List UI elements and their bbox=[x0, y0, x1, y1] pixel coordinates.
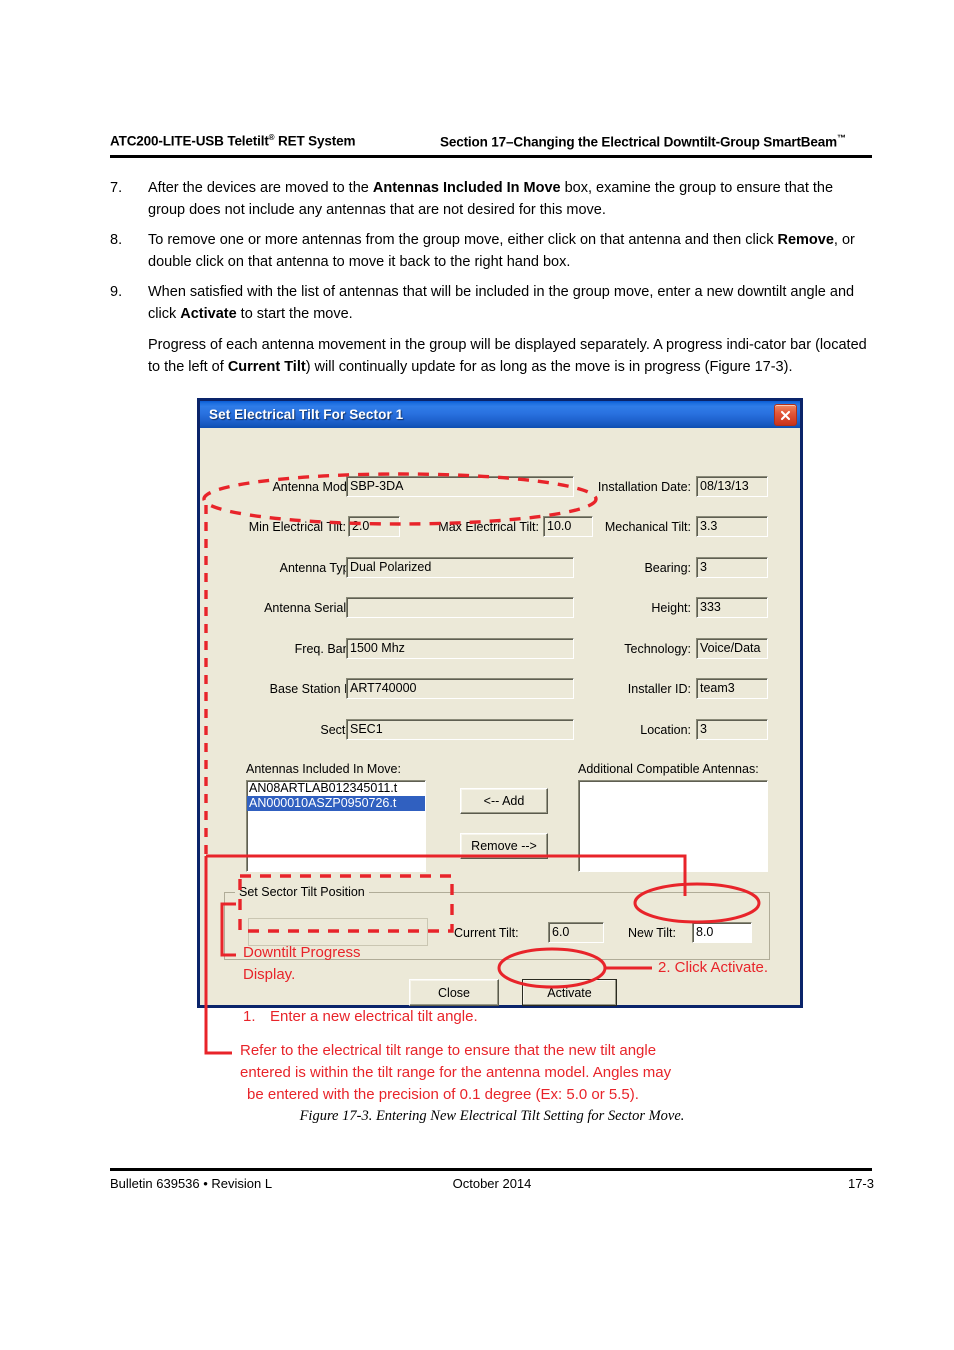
base-station-id-label: Base Station ID: bbox=[269, 682, 360, 696]
new-tilt-label: New Tilt: bbox=[628, 926, 676, 940]
activate-button[interactable]: Activate bbox=[522, 979, 617, 1006]
header-rule bbox=[110, 155, 872, 158]
antennas-included-label: Antennas Included In Move: bbox=[246, 762, 401, 776]
trademark-mark: ™ bbox=[836, 133, 846, 143]
antennas-included-listbox[interactable]: AN08ARTLAB012345011.t AN000010ASZP0950726… bbox=[246, 780, 426, 872]
figure-caption: Figure 17-3. Entering New Electrical Til… bbox=[299, 1108, 685, 1124]
installation-date-field[interactable]: 08/13/13 bbox=[696, 476, 768, 497]
emphasis-text: Remove bbox=[777, 232, 834, 248]
page-footer: Bulletin 639536 • Revision L October 201… bbox=[110, 1176, 874, 1198]
footer-rule bbox=[110, 1168, 872, 1171]
plain-text: to start the move. bbox=[236, 305, 353, 322]
emphasis-text: Antennas Included In Move bbox=[372, 180, 561, 196]
list-item: 9. When satisfied with the list of anten… bbox=[110, 282, 874, 325]
step-text: When satisfied with the list of antennas… bbox=[148, 282, 874, 325]
current-tilt-field: 6.0 bbox=[548, 922, 604, 943]
bearing-field[interactable]: 3 bbox=[696, 557, 768, 578]
min-electrical-tilt-field[interactable]: 2.0 bbox=[348, 516, 400, 537]
antenna-model-label: Antenna Model: bbox=[272, 480, 360, 494]
add-button[interactable]: <-- Add bbox=[460, 788, 548, 814]
downtilt-progress-callout-line2: Display. bbox=[243, 966, 296, 983]
dialog-title: Set Electrical Tilt For Sector 1 bbox=[209, 407, 404, 422]
dialog-title-bar[interactable]: Set Electrical Tilt For Sector 1 bbox=[200, 401, 800, 428]
antenna-type-field[interactable]: Dual Polarized bbox=[346, 557, 574, 578]
step-number: 9. bbox=[110, 284, 123, 300]
list-item[interactable]: AN08ARTLAB012345011.t bbox=[247, 781, 425, 796]
freq-band-label: Freq. Band: bbox=[294, 642, 360, 656]
click-activate-callout: 2. Click Activate. bbox=[658, 959, 769, 976]
emphasis-text: Current Tilt bbox=[227, 358, 306, 375]
footer-center: October 2014 bbox=[452, 1176, 532, 1191]
step-text: To remove one or more antennas from the … bbox=[148, 230, 874, 273]
close-icon[interactable] bbox=[774, 404, 797, 426]
dialog-body: Antenna Model: SBP-3DA Installation Date… bbox=[200, 428, 800, 1006]
emphasis-text: Activate bbox=[180, 305, 237, 322]
mechanical-tilt-field[interactable]: 3.3 bbox=[696, 516, 768, 537]
current-tilt-label: Current Tilt: bbox=[454, 926, 519, 940]
plain-text: After the devices are moved to the bbox=[148, 180, 373, 196]
location-field[interactable]: 3 bbox=[696, 719, 768, 740]
antenna-model-field[interactable]: SBP-3DA bbox=[346, 476, 574, 497]
location-label: Location: bbox=[640, 723, 691, 737]
additional-antennas-listbox[interactable] bbox=[578, 780, 768, 872]
remove-button[interactable]: Remove --> bbox=[460, 833, 548, 859]
antenna-serial-label: Antenna Serial #: bbox=[264, 601, 360, 615]
antenna-type-label: Antenna Type: bbox=[279, 561, 360, 575]
footer-right: 17-3 bbox=[847, 1176, 874, 1191]
body-paragraph: Progress of each antenna movement in the… bbox=[148, 335, 874, 378]
close-button[interactable]: Close bbox=[409, 979, 499, 1006]
list-item[interactable]: AN000010ASZP0950726.t bbox=[247, 796, 425, 811]
installer-id-label: Installer ID: bbox=[627, 682, 691, 696]
sector-label: Sector: bbox=[320, 723, 360, 737]
bearing-label: Bearing: bbox=[644, 561, 691, 575]
max-electrical-tilt-label: Max Electrical Tilt: bbox=[438, 520, 539, 534]
additional-antennas-label: Additional Compatible Antennas: bbox=[578, 762, 759, 776]
annotation-note-line3: be entered with the precision of 0.1 deg… bbox=[247, 1086, 639, 1103]
downtilt-progress-callout-line1: Downtilt Progress bbox=[243, 944, 361, 961]
step-number: 8. bbox=[110, 232, 123, 248]
antenna-serial-field[interactable] bbox=[346, 597, 574, 618]
technology-field[interactable]: Voice/Data bbox=[696, 638, 768, 659]
step-number: 7. bbox=[110, 180, 123, 196]
plain-text: ) will continually update for as long as… bbox=[305, 358, 793, 375]
height-label: Height: bbox=[651, 601, 691, 615]
installation-date-label: Installation Date: bbox=[597, 480, 691, 494]
annotation-note-line1: Refer to the electrical tilt range to en… bbox=[240, 1042, 657, 1059]
document-page: ATC200-LITE-USB Teletilt® RET System Sec… bbox=[0, 0, 954, 1350]
annotation-note-line2: entered is within the tilt range for the… bbox=[240, 1064, 672, 1081]
numbered-steps: 7. After the devices are moved to the An… bbox=[110, 178, 874, 378]
annotation-step-text: Enter a new electrical tilt angle. bbox=[270, 1008, 478, 1025]
height-field[interactable]: 333 bbox=[696, 597, 768, 618]
plain-text: To remove one or more antennas from the … bbox=[148, 232, 778, 248]
base-station-id-field[interactable]: ART740000 bbox=[346, 678, 574, 699]
list-item: 8. To remove one or more antennas from t… bbox=[110, 230, 874, 273]
min-electrical-tilt-label: Min Electrical Tilt: bbox=[248, 520, 346, 534]
running-head-right: Section 17–Changing the Electrical Downt… bbox=[440, 133, 846, 150]
freq-band-field[interactable]: 1500 Mhz bbox=[346, 638, 574, 659]
installer-id-field[interactable]: team3 bbox=[696, 678, 768, 699]
list-item: 7. After the devices are moved to the An… bbox=[110, 178, 874, 221]
group-title: Set Sector Tilt Position bbox=[235, 885, 369, 899]
running-head-left: ATC200-LITE-USB Teletilt® RET System bbox=[110, 133, 356, 149]
step-text: After the devices are moved to the Anten… bbox=[148, 178, 874, 221]
technology-label: Technology: bbox=[624, 642, 691, 656]
new-tilt-field[interactable]: 8.0 bbox=[692, 922, 752, 943]
annotation-step-number: 1. bbox=[243, 1008, 256, 1025]
mechanical-tilt-label: Mechanical Tilt: bbox=[604, 520, 691, 534]
sector-field[interactable]: SEC1 bbox=[346, 719, 574, 740]
set-electrical-tilt-dialog: Set Electrical Tilt For Sector 1 Antenna… bbox=[197, 398, 803, 1008]
